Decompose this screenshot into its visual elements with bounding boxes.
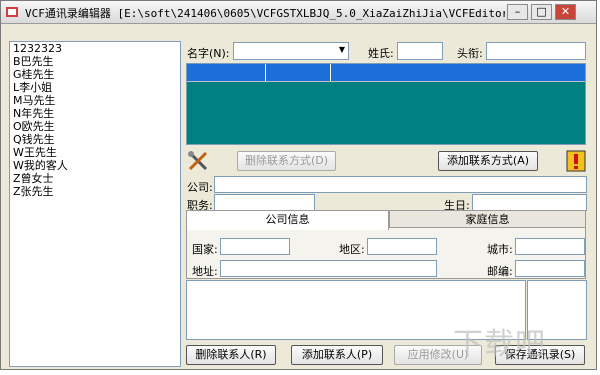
tools-icon[interactable] <box>186 150 210 172</box>
window-title: VCF通讯录编辑器 [E:\soft\241406\0605\VCFGSTXLB… <box>25 7 505 20</box>
region-input[interactable] <box>367 238 437 255</box>
list-item[interactable]: L李小姐 <box>10 81 180 94</box>
list-item[interactable]: 1232323 <box>10 42 180 55</box>
country-label: 国家: <box>192 243 218 256</box>
list-item[interactable]: Q钱先生 <box>10 133 180 146</box>
add-contact-method-button[interactable]: 添加联系方式(A) <box>438 151 538 171</box>
list-item[interactable]: W王先生 <box>10 146 180 159</box>
region-label: 地区: <box>339 243 365 256</box>
list-item[interactable]: M马先生 <box>10 94 180 107</box>
position-input[interactable] <box>214 194 315 211</box>
list-item[interactable]: W我的客人 <box>10 159 180 172</box>
title-input[interactable] <box>486 42 586 60</box>
alert-icon[interactable] <box>566 150 586 172</box>
birthday-input[interactable] <box>472 194 587 211</box>
surname-label: 姓氏: <box>368 47 394 60</box>
list-item[interactable]: B巴先生 <box>10 55 180 68</box>
watermark: 下载吧 <box>453 327 546 362</box>
postcode-input[interactable] <box>515 260 585 277</box>
company-label: 公司: <box>187 181 213 194</box>
delete-contact-method-button[interactable]: 删除联系方式(D) <box>237 151 336 171</box>
postcode-label: 邮编: <box>487 265 513 278</box>
list-item[interactable]: Z张先生 <box>10 185 180 198</box>
minimize-button[interactable]: – <box>507 4 528 20</box>
company-input[interactable] <box>214 176 587 193</box>
column-divider[interactable] <box>330 64 331 81</box>
contact-methods-grid[interactable] <box>186 63 586 145</box>
surname-input[interactable] <box>397 42 443 60</box>
name-combo[interactable]: ▼ <box>233 42 349 60</box>
name-label: 名字(N): <box>187 47 230 60</box>
country-input[interactable] <box>220 238 290 255</box>
app-window: VCF通讯录编辑器 [E:\soft\241406\0605\VCFGSTXLB… <box>0 0 597 370</box>
list-item[interactable]: Z曾女士 <box>10 172 180 185</box>
address-label: 地址: <box>192 265 218 278</box>
add-contact-button[interactable]: 添加联系人(P) <box>291 345 383 365</box>
list-item[interactable]: O欧先生 <box>10 120 180 133</box>
title-bar[interactable]: VCF通讯录编辑器 [E:\soft\241406\0605\VCFGSTXLB… <box>1 1 596 24</box>
grid-header[interactable] <box>187 64 585 82</box>
delete-contact-button[interactable]: 删除联系人(R) <box>186 345 276 365</box>
maximize-button[interactable]: □ <box>531 4 552 20</box>
tab-company-info[interactable]: 公司信息 <box>186 210 389 230</box>
column-divider[interactable] <box>265 64 266 81</box>
city-input[interactable] <box>515 238 585 255</box>
chevron-down-icon[interactable]: ▼ <box>339 45 345 54</box>
tab-family-info[interactable]: 家庭信息 <box>389 210 586 228</box>
close-button[interactable]: ✕ <box>555 4 576 20</box>
list-item[interactable]: N年先生 <box>10 107 180 120</box>
city-label: 城市: <box>487 243 513 256</box>
contact-list[interactable]: 1232323 B巴先生 G桂先生 L李小姐 M马先生 N年先生 O欧先生 Q钱… <box>9 41 181 367</box>
list-item[interactable]: G桂先生 <box>10 68 180 81</box>
address-input[interactable] <box>220 260 437 277</box>
app-icon <box>6 7 18 17</box>
title-label: 头衔: <box>457 47 483 60</box>
